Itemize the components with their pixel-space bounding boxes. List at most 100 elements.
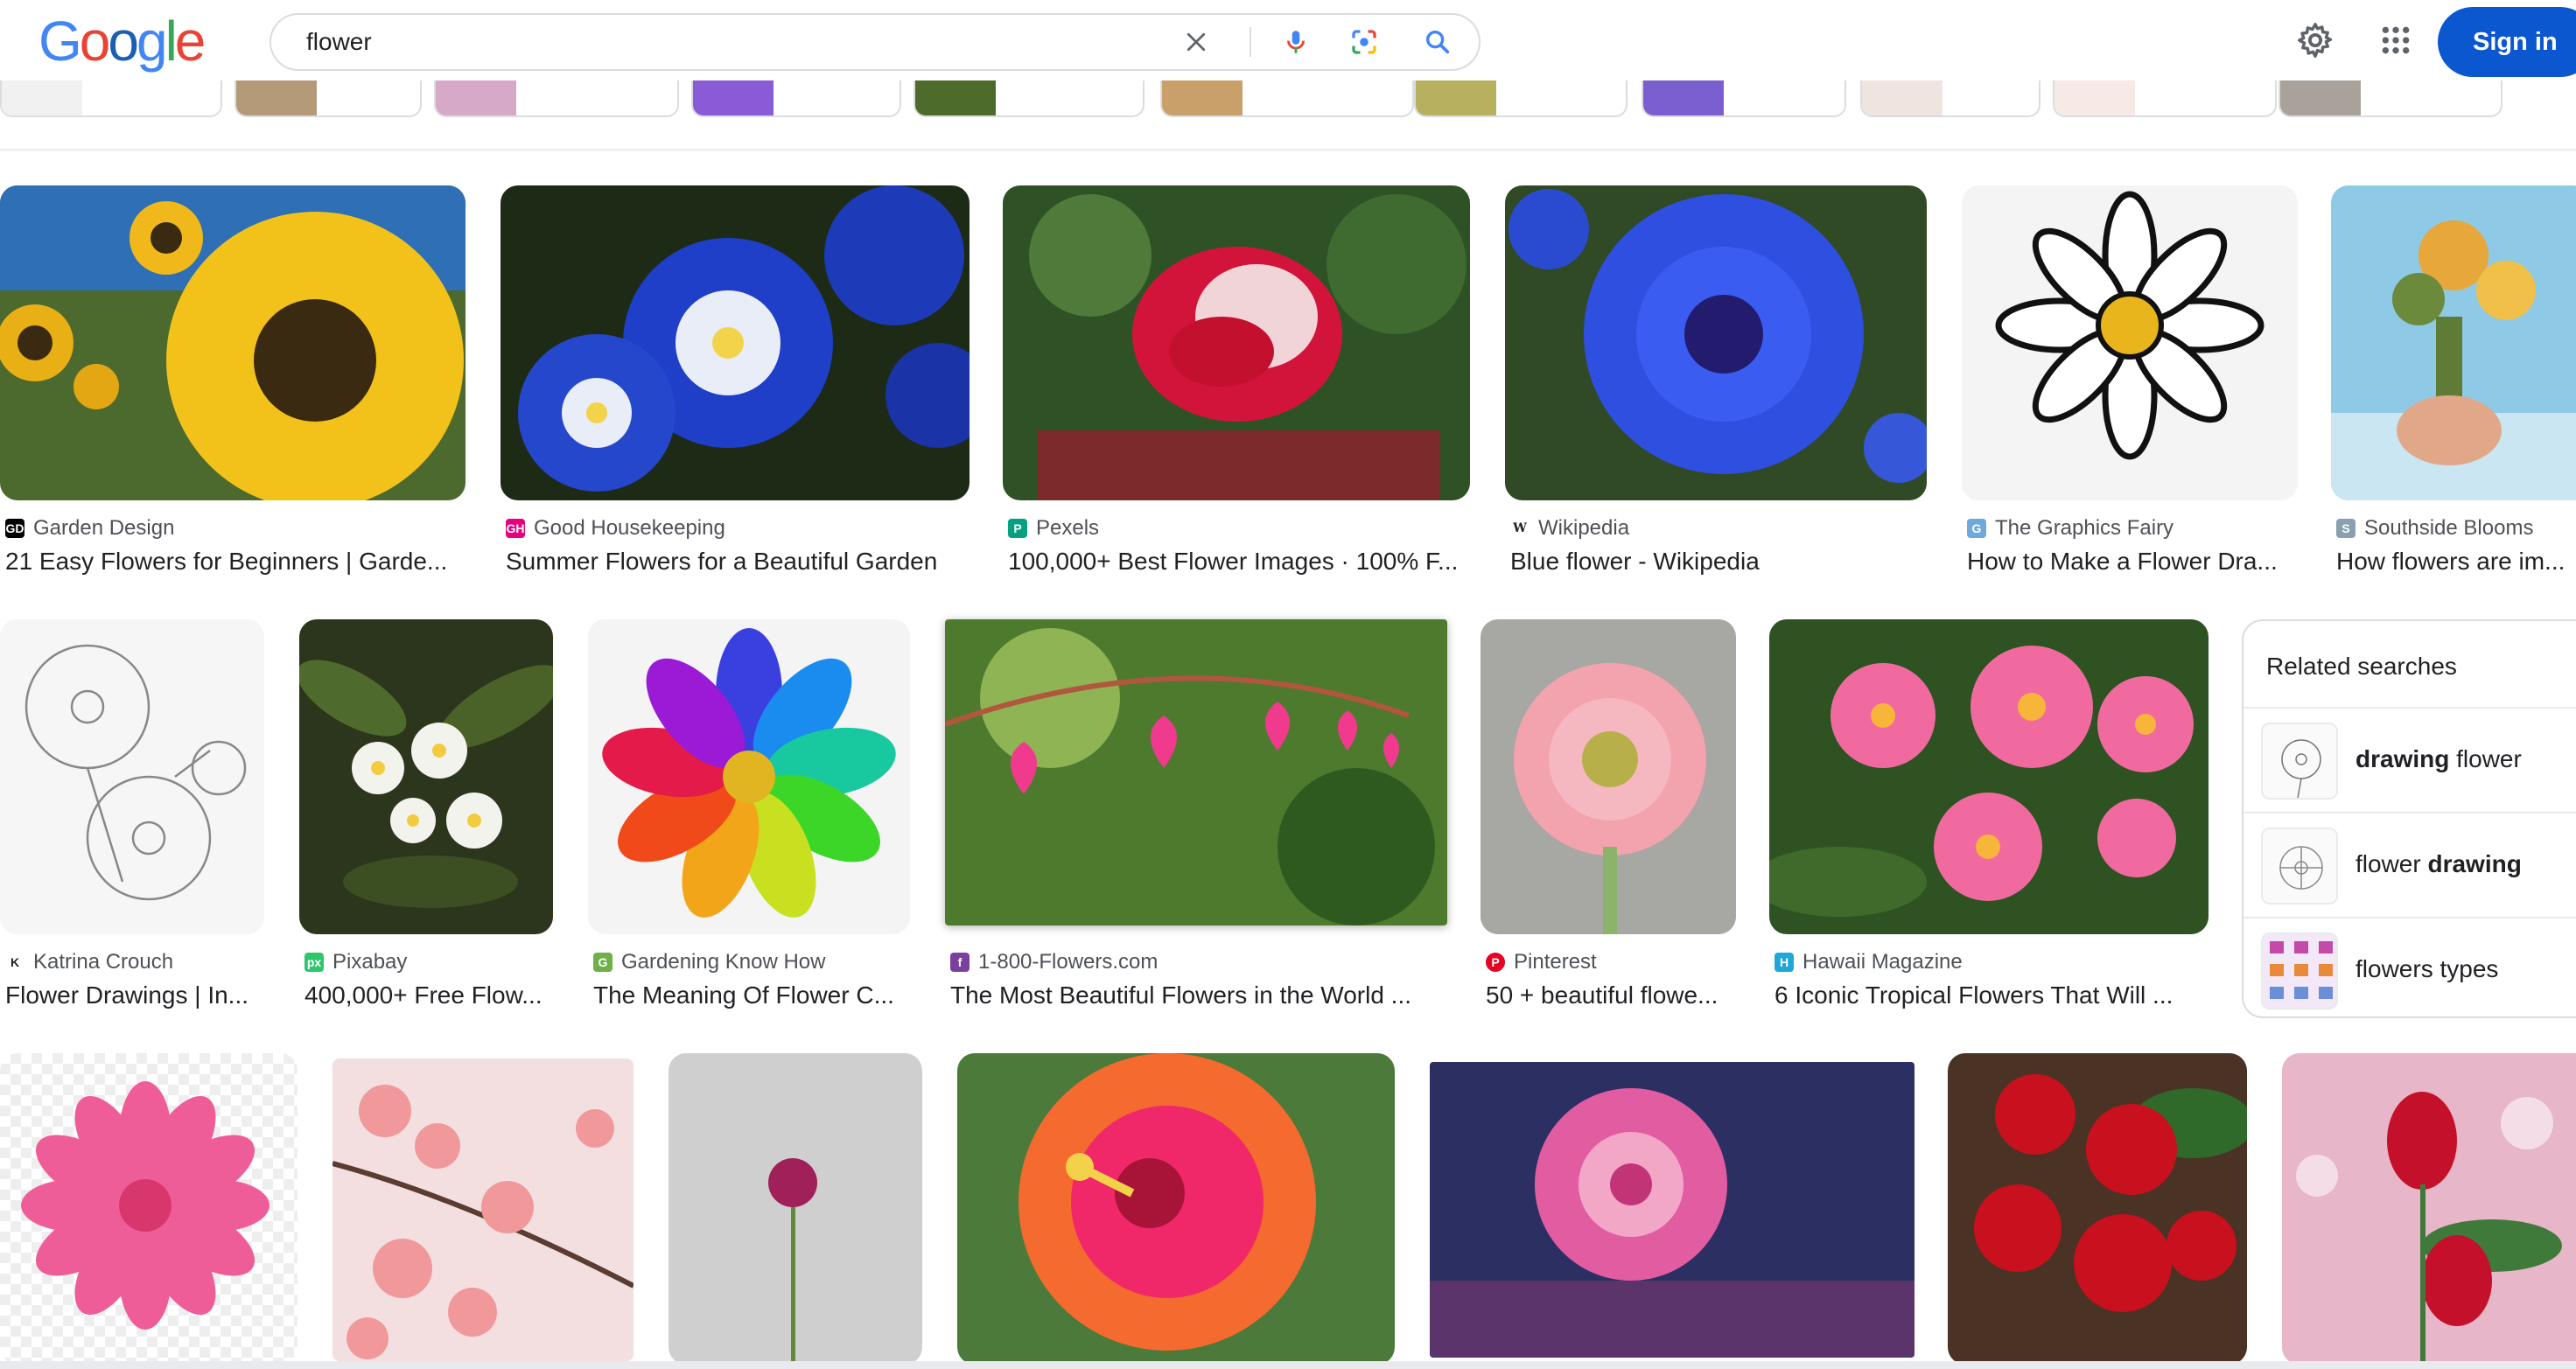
source-name: Pixabay [332, 950, 408, 974]
microphone-icon[interactable] [1276, 22, 1316, 62]
result-source: W Wikipedia [1510, 516, 1629, 541]
filter-chip[interactable] [234, 80, 422, 117]
search-input[interactable] [306, 15, 1181, 69]
source-name: Southside Blooms [2364, 516, 2534, 540]
search-icon[interactable] [1418, 22, 1458, 62]
filter-chip[interactable] [1414, 80, 1628, 117]
result-title[interactable]: Blue flower - Wikipedia [1510, 548, 1932, 576]
favicon: K [5, 953, 24, 972]
logo-letter: e [174, 10, 206, 73]
settings-gear-icon[interactable] [2291, 16, 2340, 65]
source-name: 1-800-Flowers.com [978, 950, 1158, 974]
result-title[interactable]: Summer Flowers for a Beautiful Garden [506, 548, 975, 576]
source-name: Garden Design [33, 516, 175, 540]
filter-chip[interactable] [434, 80, 679, 117]
favicon: G [593, 953, 612, 972]
result-thumbnail [1430, 1062, 1914, 1358]
related-search-item[interactable]: drawing flower [2244, 707, 2576, 810]
chip-thumbnail [693, 80, 774, 115]
favicon: P [1486, 953, 1505, 972]
related-thumbnail [2261, 723, 2338, 800]
result-title[interactable]: 6 Iconic Tropical Flowers That Will ... [1774, 981, 2212, 1009]
chip-thumbnail [1643, 80, 1724, 115]
result-source: G The Graphics Fairy [1967, 516, 2174, 541]
related-thumbnail [2261, 828, 2338, 905]
related-search-label: flower drawing [2356, 850, 2522, 878]
chip-thumbnail [915, 80, 996, 115]
filter-chip[interactable] [914, 80, 1144, 117]
favicon: GH [506, 519, 525, 538]
google-logo[interactable]: Google [38, 10, 206, 73]
source-name: Hawaii Magazine [1802, 950, 1963, 974]
result-title[interactable]: Flower Drawings | In... [5, 981, 268, 1009]
result-thumbnail [299, 619, 553, 934]
favicon: W [1510, 519, 1530, 538]
result-thumbnail [1769, 619, 2208, 934]
result-thumbnail [0, 619, 264, 934]
result-title[interactable]: How to Make a Flower Dra... [1967, 548, 2303, 576]
result-thumbnail [1480, 619, 1736, 934]
filter-chip[interactable] [2278, 80, 2502, 117]
top-header: Google Sign in [0, 0, 2576, 84]
result-source: K Katrina Crouch [5, 950, 173, 974]
result-thumbnail [1962, 185, 2298, 500]
related-search-label: flowers types [2356, 955, 2498, 983]
result-thumbnail [957, 1053, 1395, 1365]
favicon: f [950, 953, 970, 972]
source-name: The Graphics Fairy [1995, 516, 2174, 540]
sign-in-button[interactable]: Sign in [2438, 7, 2576, 77]
related-search-item[interactable]: flowers types [2244, 917, 2576, 1016]
chip-thumbnail [2054, 80, 2135, 115]
related-bold-term: drawing [2427, 850, 2522, 877]
related-search-item[interactable]: flower drawing [2244, 812, 2576, 915]
result-title[interactable]: 400,000+ Free Flow... [304, 981, 558, 1009]
logo-letter: o [108, 10, 139, 73]
horizontal-scrollbar[interactable] [0, 1361, 2576, 1369]
related-bold-term: drawing [2356, 745, 2450, 772]
result-title[interactable]: 50 + beautiful flowe... [1486, 981, 1741, 1009]
related-thumbnail [2261, 932, 2338, 1009]
filter-chip[interactable] [1860, 80, 2040, 117]
chip-thumbnail [2280, 80, 2361, 115]
filter-chip[interactable] [2053, 80, 2277, 117]
result-source: px Pixabay [304, 950, 407, 974]
chip-thumbnail [236, 80, 317, 115]
related-searches-title: Related searches [2266, 653, 2457, 680]
source-name: Katrina Crouch [33, 950, 174, 974]
result-thumbnail [668, 1053, 922, 1365]
result-title[interactable]: The Meaning Of Flower C... [593, 981, 912, 1009]
favicon: px [304, 953, 324, 972]
result-thumbnail [0, 1053, 298, 1365]
related-plain-term: flower [2356, 850, 2428, 877]
camera-icon[interactable] [1344, 22, 1384, 62]
result-source: S Southside Blooms [2336, 516, 2533, 541]
chip-thumbnail [1862, 80, 1942, 115]
filter-chip[interactable] [1160, 80, 1414, 117]
related-plain-term: flowers types [2356, 955, 2499, 982]
result-source: P Pinterest [1486, 950, 1597, 974]
result-title[interactable]: 100,000+ Best Flower Images · 100% F... [1008, 548, 1470, 576]
result-thumbnail [500, 185, 970, 500]
result-title[interactable]: 21 Easy Flowers for Beginners | Garde... [5, 548, 460, 576]
logo-letter: o [79, 10, 111, 73]
result-source: f 1-800-Flowers.com [950, 950, 1158, 974]
result-title[interactable]: How flowers are im... [2336, 548, 2576, 576]
result-source: GD Garden Design [5, 516, 174, 541]
source-name: Pinterest [1514, 950, 1597, 974]
filter-chip[interactable] [0, 80, 222, 117]
favicon: G [1967, 519, 1986, 538]
result-thumbnail [945, 619, 1447, 925]
close-icon[interactable] [1176, 22, 1216, 62]
result-title[interactable]: The Most Beautiful Flowers in the World … [950, 981, 1449, 1009]
result-thumbnail [2331, 185, 2576, 500]
filter-chip[interactable] [691, 80, 901, 117]
apps-grid-icon[interactable] [2371, 16, 2420, 65]
result-thumbnail [588, 619, 910, 934]
favicon: GD [5, 519, 24, 538]
result-source: H Hawaii Magazine [1774, 950, 1963, 974]
related-searches-panel: Related searches drawing flower flower d… [2242, 619, 2576, 1018]
result-thumbnail [332, 1058, 634, 1361]
logo-letter: l [164, 10, 178, 73]
filter-chip[interactable] [1642, 80, 1846, 117]
favicon: P [1008, 519, 1027, 538]
